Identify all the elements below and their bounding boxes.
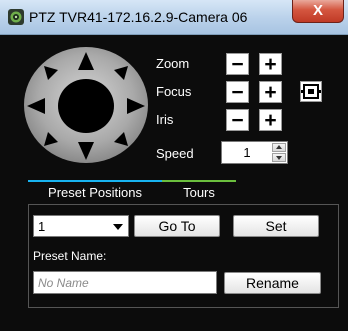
preset-name-input[interactable]: No Name <box>33 271 217 294</box>
set-button[interactable]: Set <box>233 215 319 237</box>
focus-label: Focus <box>156 84 192 99</box>
goto-button[interactable]: Go To <box>134 215 220 237</box>
focus-near-button[interactable]: − <box>226 81 249 103</box>
pan-tilt-joystick[interactable] <box>22 46 150 164</box>
preset-selected-value: 1 <box>38 219 46 234</box>
iris-label: Iris <box>156 112 174 127</box>
speed-increment-button[interactable] <box>272 143 286 152</box>
camera-icon <box>8 9 24 25</box>
arrow-up-icon <box>276 145 282 149</box>
zoom-in-button[interactable]: + <box>259 53 282 75</box>
speed-label: Speed <box>156 146 194 161</box>
focus-far-button[interactable]: + <box>259 81 282 103</box>
speed-spinner[interactable]: 1 <box>221 141 288 164</box>
arrow-down-icon <box>276 156 282 160</box>
preset-name-label: Preset Name: <box>33 249 107 263</box>
preset-select[interactable]: 1 <box>33 215 129 237</box>
tab-preset-positions[interactable]: Preset Positions <box>28 180 162 204</box>
autofocus-button[interactable] <box>300 81 322 102</box>
chevron-down-icon <box>113 224 123 230</box>
tab-tours[interactable]: Tours <box>162 180 236 204</box>
speed-decrement-button[interactable] <box>272 153 286 162</box>
iris-close-button[interactable]: − <box>226 109 249 131</box>
ptz-window: PTZ TVR41-172.16.2.9-Camera 06 X Zoom − … <box>0 0 348 331</box>
iris-open-button[interactable]: + <box>259 109 282 131</box>
speed-value: 1 <box>243 145 251 160</box>
zoom-out-button[interactable]: − <box>226 53 249 75</box>
window-title: PTZ TVR41-172.16.2.9-Camera 06 <box>29 9 248 25</box>
rename-button[interactable]: Rename <box>224 272 321 294</box>
close-button[interactable]: X <box>292 0 344 23</box>
autofocus-icon <box>301 84 321 99</box>
preset-name-placeholder: No Name <box>38 276 89 290</box>
zoom-label: Zoom <box>156 56 190 71</box>
title-bar[interactable]: PTZ TVR41-172.16.2.9-Camera 06 X <box>0 0 348 35</box>
